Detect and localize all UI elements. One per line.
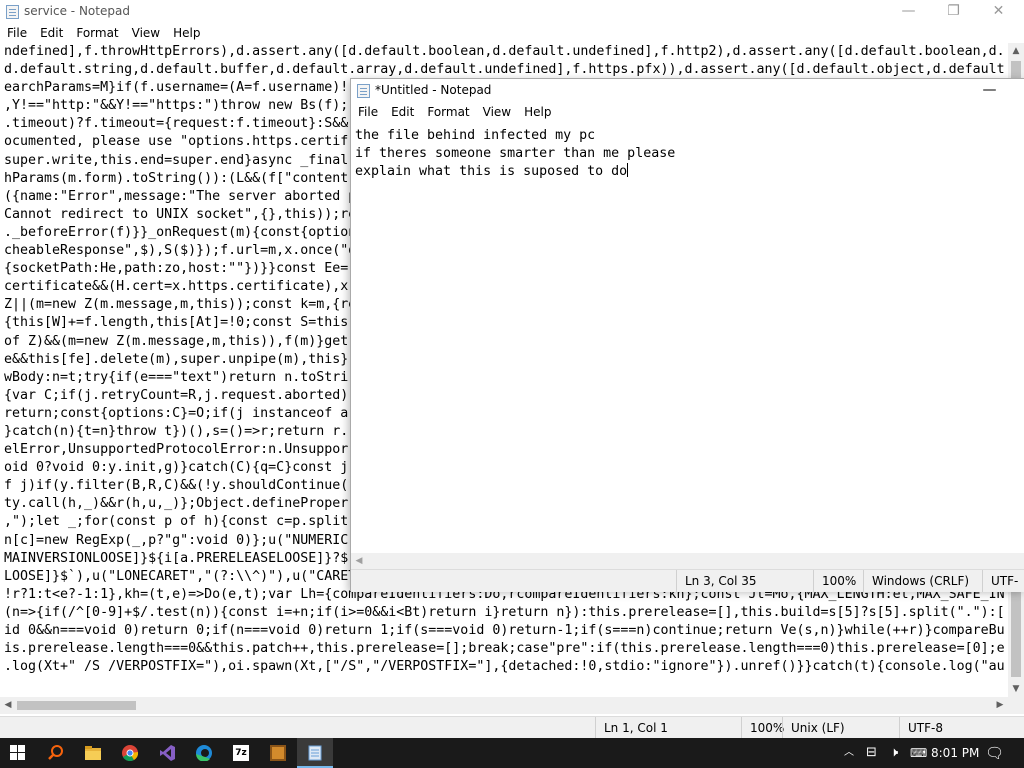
menu-bar: File Edit Format View Help [0,24,1024,43]
menu-help[interactable]: Help [517,103,557,119]
volume-muted-icon[interactable]: 🕨 [890,738,898,768]
scroll-left-icon[interactable]: ◀ [351,553,367,569]
text-line: explain what this is suposed to do [355,164,628,179]
menu-help[interactable]: Help [166,24,206,40]
code-line: .log(Xt+" /S /VERPOSTFIX="),oi.spawn(Xt,… [4,659,1005,675]
scroll-corner [1008,697,1024,714]
notepad-icon [357,84,370,98]
keyboard-icon[interactable]: ⌨ [910,738,927,768]
chevron-up-icon[interactable]: ︿ [844,738,854,768]
taskbar: 7z ︿ ⊟ 🕨 ⌨ 8:01 PM 🗨 [0,738,1024,768]
text-line: the file behind infected my pc [355,128,596,143]
status-bar: Ln 3, Col 35 100% Windows (CRLF) UTF-8 [351,569,1024,592]
notepad-icon [6,5,19,19]
network-icon[interactable]: ⊟ [866,738,877,768]
cursor-position: Ln 3, Col 35 [676,570,821,592]
notifications-icon[interactable]: 🗨 [985,738,1004,768]
line-ending: Unix (LF) [782,717,899,739]
scroll-down-icon[interactable]: ▼ [1008,681,1024,697]
scroll-left-icon[interactable]: ◀ [0,697,16,714]
menu-view[interactable]: View [476,103,517,119]
start-icon[interactable] [0,738,36,768]
menu-edit[interactable]: Edit [33,24,69,40]
scroll-up-icon[interactable]: ▲ [1008,43,1024,59]
menu-view[interactable]: View [125,24,166,40]
menu-file[interactable]: File [351,103,384,119]
zoom-level: 100% [813,570,863,592]
encoding: UTF-8 [982,570,1024,592]
scrollbar-thumb[interactable] [17,701,136,710]
horizontal-scrollbar[interactable]: ◀ ▶ [0,697,1008,714]
menu-format[interactable]: Format [69,24,124,40]
notepad-icon[interactable] [297,738,333,768]
title-bar[interactable]: *Untitled - Notepad — [351,79,1024,103]
text-line-current: explain what this is suposed to do [355,163,1024,181]
code-line: d.default.string,d.default.buffer,d.defa… [4,62,1005,78]
edge-icon[interactable] [186,738,222,768]
text-editor[interactable]: the file behind infected my pc if theres … [351,123,1024,553]
app-icon[interactable] [260,738,296,768]
minimize-button[interactable]: — [886,0,931,24]
code-line: is.prerelease.length===0&&this.patch++,t… [4,641,1005,657]
text-caret [627,163,629,177]
title-bar[interactable]: service - Notepad — ❐ ✕ [0,0,1024,24]
7zip-icon[interactable]: 7z [223,738,259,768]
horizontal-scrollbar[interactable]: ◀ [351,553,1024,569]
encoding: UTF-8 [899,717,1024,739]
window-title: *Untitled - Notepad [375,83,492,97]
text-line: if theres someone smarter than me please [355,146,676,161]
cursor-position: Ln 1, Col 1 [595,717,741,739]
close-button[interactable]: ✕ [976,0,1021,24]
menu-format[interactable]: Format [420,103,475,119]
code-line: ndefined],f.throwHttpErrors),d.assert.an… [4,44,1005,59]
visual-studio-icon[interactable] [149,738,185,768]
line-ending: Windows (CRLF) [863,570,982,592]
search-icon[interactable] [38,738,74,768]
foreground-notepad-window: *Untitled - Notepad — File Edit Format View… [350,78,1024,592]
scroll-right-icon[interactable]: ▶ [992,697,1008,714]
minimize-button[interactable]: — [967,79,1012,103]
window-title: service - Notepad [24,4,130,18]
status-bar: Ln 1, Col 1 100% Unix (LF) UTF-8 [0,716,1024,739]
clock[interactable]: 8:01 PM [931,738,979,768]
chrome-icon[interactable] [112,738,148,768]
code-line: id 0&&n===void 0)return 0;if(n===void 0)… [4,623,1005,638]
zoom-level: 100% [741,717,784,739]
menu-file[interactable]: File [0,24,33,40]
maximize-button[interactable]: ❐ [931,0,976,24]
code-line: (n=>{if(/^[0-9]+$/.test(n)){const i=+n;i… [4,604,1005,620]
menu-edit[interactable]: Edit [384,103,420,119]
file-explorer-icon[interactable] [75,738,111,768]
menu-bar: File Edit Format View Help [351,103,1024,122]
